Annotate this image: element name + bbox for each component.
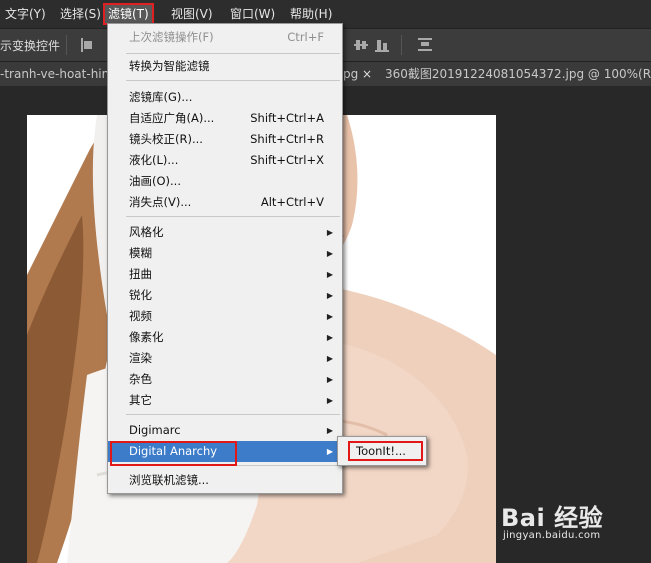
chevron-right-icon: ▶ (326, 228, 333, 237)
menu-filter[interactable]: 滤镜(T) (103, 3, 154, 25)
menu-item-sharpen[interactable]: 锐化 ▶ (108, 285, 342, 306)
chevron-right-icon: ▶ (326, 291, 333, 300)
menu-separator (126, 216, 340, 217)
menu-item-stylize[interactable]: 风格化 ▶ (108, 222, 342, 243)
menu-item-render[interactable]: 渲染 ▶ (108, 348, 342, 369)
close-icon[interactable]: × (362, 62, 374, 86)
menu-item-other[interactable]: 其它 ▶ (108, 390, 342, 411)
chevron-right-icon: ▶ (326, 270, 333, 279)
watermark-url: jingyan.baidu.com (503, 530, 601, 541)
menu-item-vanishing-point[interactable]: 消失点(V)... Alt+Ctrl+V (108, 192, 342, 213)
chevron-right-icon: ▶ (326, 312, 333, 321)
watermark-brand: Bai 经验 (501, 504, 604, 532)
chevron-right-icon: ▶ (326, 354, 333, 363)
chevron-right-icon: ▶ (326, 447, 333, 456)
menu-item-digimarc[interactable]: Digimarc ▶ (108, 420, 342, 441)
menu-window[interactable]: 窗口(W) (227, 5, 278, 23)
chevron-right-icon: ▶ (326, 426, 333, 435)
chevron-right-icon: ▶ (326, 249, 333, 258)
menu-view[interactable]: 视图(V) (168, 5, 216, 23)
menu-item-toonit[interactable]: ToonIt!... (348, 441, 423, 461)
highlight-annotation (110, 441, 237, 466)
filter-menu: 上次滤镜操作(F) Ctrl+F 转换为智能滤镜 滤镜库(G)... 自适应广角(… (107, 23, 343, 494)
tab-document-1[interactable]: -tranh-ve-hoat-hinh (0, 62, 108, 86)
chevron-right-icon: ▶ (326, 396, 333, 405)
align-vertical-center-icon[interactable] (354, 38, 368, 52)
menu-item-adaptive-wide-angle[interactable]: 自适应广角(A)... Shift+Ctrl+A (108, 108, 342, 129)
align-bottom-icon[interactable] (375, 38, 389, 52)
menu-text[interactable]: 文字(Y) (2, 5, 49, 23)
distribute-icon[interactable] (418, 38, 432, 52)
digital-anarchy-submenu: ToonIt!... (337, 436, 427, 466)
menu-item-video[interactable]: 视频 ▶ (108, 306, 342, 327)
align-left-icon[interactable] (80, 38, 94, 52)
menu-item-browse-online-filters[interactable]: 浏览联机滤镜... (108, 470, 342, 491)
menu-item-liquify[interactable]: 液化(L)... Shift+Ctrl+X (108, 150, 342, 171)
menu-separator (126, 53, 340, 54)
menu-item-blur[interactable]: 模糊 ▶ (108, 243, 342, 264)
menu-item-convert-smart-filter[interactable]: 转换为智能滤镜 (108, 56, 342, 77)
menu-item-last-filter[interactable]: 上次滤镜操作(F) Ctrl+F (108, 27, 342, 48)
menu-item-filter-gallery[interactable]: 滤镜库(G)... (108, 87, 342, 108)
transform-controls-label[interactable]: 示变换控件 (0, 37, 60, 54)
chevron-right-icon: ▶ (326, 375, 333, 384)
menu-item-oil-paint[interactable]: 油画(O)... (108, 171, 342, 192)
menu-separator (126, 80, 340, 81)
menu-item-distort[interactable]: 扭曲 ▶ (108, 264, 342, 285)
menu-help[interactable]: 帮助(H) (287, 5, 335, 23)
watermark: Bai 经验 jingyan.baidu.com (497, 490, 651, 550)
chevron-right-icon: ▶ (326, 333, 333, 342)
menu-item-pixelate[interactable]: 像素化 ▶ (108, 327, 342, 348)
tab-document-1-ext[interactable]: pg (343, 62, 359, 86)
toolbar-divider (66, 35, 67, 55)
menu-separator (126, 414, 340, 415)
menu-select[interactable]: 选择(S) (57, 5, 104, 23)
tab-document-2[interactable]: 360截图20191224081054372.jpg @ 100%(RGB/8 (385, 62, 651, 86)
menu-item-lens-correction[interactable]: 镜头校正(R)... Shift+Ctrl+R (108, 129, 342, 150)
toolbar-divider (401, 35, 402, 55)
menu-item-noise[interactable]: 杂色 ▶ (108, 369, 342, 390)
